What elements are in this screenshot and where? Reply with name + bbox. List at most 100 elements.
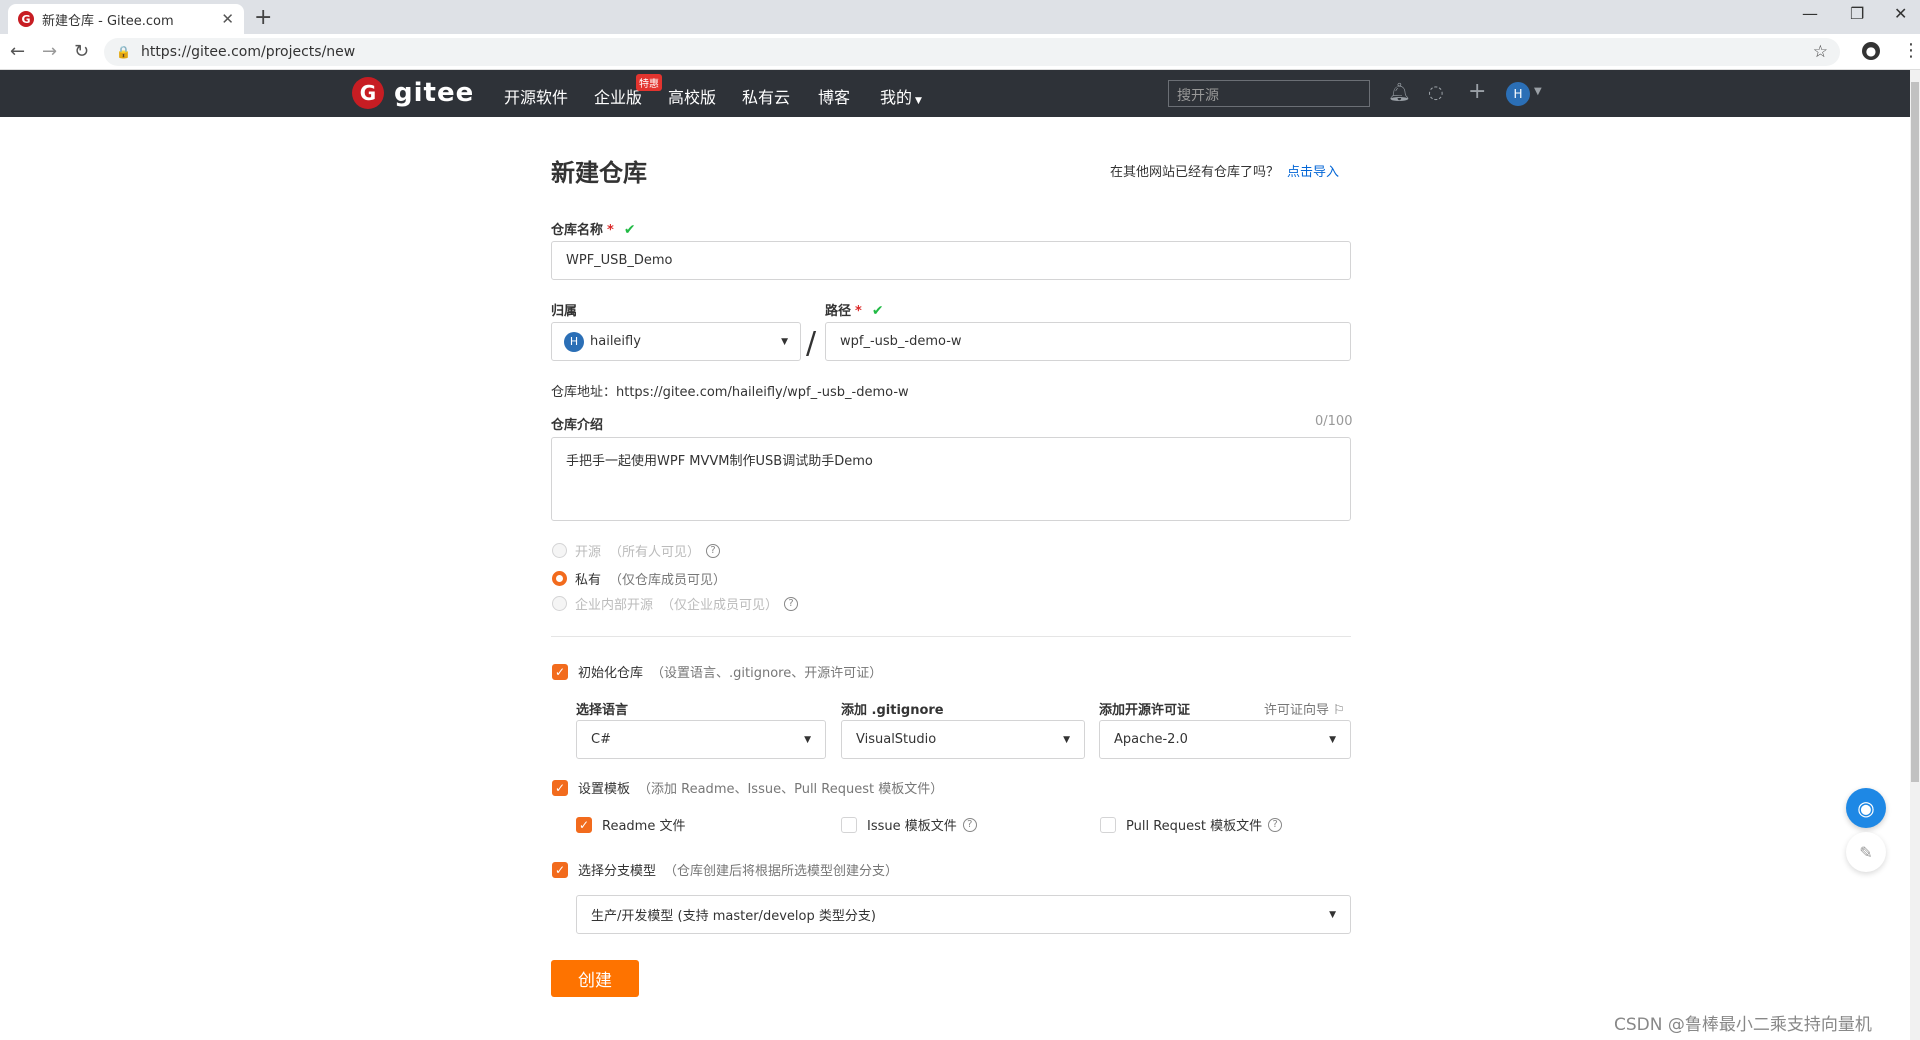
restore-icon[interactable]: ❐ [1850,4,1864,23]
owner-select[interactable]: H haileifly ▼ [551,322,801,361]
edit-feedback-icon[interactable]: ✎ [1846,832,1886,872]
radio-button[interactable] [552,596,567,611]
close-window-icon[interactable]: ✕ [1894,4,1907,23]
chevron-down-icon: ▼ [804,734,811,745]
header-search-input[interactable]: 搜开源 [1168,80,1370,107]
owner-value: haileifly [590,334,641,349]
radio-private[interactable]: 私有 （仅仓库成员可见） [552,569,726,588]
checkbox[interactable] [841,816,857,833]
nav-open-source[interactable]: 开源软件 [504,84,568,108]
nav-blog[interactable]: 博客 [818,84,850,108]
gitee-logo[interactable]: G gitee [352,77,474,109]
lightbulb-icon[interactable]: ◌ [1428,82,1444,103]
gitignore-value: VisualStudio [856,732,937,747]
create-button[interactable]: 创建 [551,960,639,997]
gitee-logo-text: gitee [394,78,475,108]
nav-enterprise[interactable]: 企业版 [594,84,642,108]
nav-mine-label: 我的 [880,88,913,107]
gitignore-select[interactable]: VisualStudio ▼ [841,720,1085,759]
path-label-text: 路径 [825,304,852,319]
checkbox-sublabel: （仓库创建后将根据所选模型创建分支） [664,864,899,879]
path-input[interactable]: wpf_-usb_-demo-w [825,322,1351,361]
gitee-favicon-icon: G [18,11,34,27]
back-icon[interactable]: ← [10,41,25,62]
description-textarea[interactable]: 手把手一起使用WPF MVVM制作USB调试助手Demo [551,437,1351,521]
help-icon[interactable]: ? [784,596,799,611]
plus-icon[interactable]: + [1468,79,1486,104]
repo-name-label: 仓库名称 * ✔ [551,219,636,238]
language-value: C# [591,732,611,747]
profile-icon[interactable]: ● [1862,42,1880,60]
help-icon[interactable]: ? [1268,817,1283,832]
checkbox[interactable]: ✓ [552,779,568,796]
browser-tab[interactable]: G 新建仓库 - Gitee.com ✕ [8,4,244,34]
required-mark: * [855,304,862,319]
checkbox[interactable]: ✓ [552,663,568,680]
import-text: 在其他网站已经有仓库了吗？ [1110,165,1280,180]
checkbox-label: 选择分支模型 [578,864,657,879]
repo-name-input[interactable]: WPF_USB_Demo [551,241,1351,280]
bell-icon[interactable]: 🔔︎ [1388,82,1411,103]
license-guide-link[interactable]: 许可证向导 ⚐ [1264,699,1345,718]
language-label: 选择语言 [576,703,629,718]
path-separator: / [806,326,817,361]
radio-button[interactable] [552,571,567,586]
close-tab-icon[interactable]: ✕ [221,10,234,28]
issue-template-checkbox-row[interactable]: Issue 模板文件 ? [841,815,977,834]
nav-mine[interactable]: 我的 ▼ [880,84,922,108]
new-tab-icon[interactable]: + [254,5,272,30]
radio-label: 企业内部开源 [575,598,654,613]
checkbox[interactable] [1100,816,1116,833]
license-select[interactable]: Apache-2.0 ▼ [1099,720,1351,759]
owner-label: 归属 [551,304,578,319]
checkbox-label: Pull Request 模板文件 [1126,819,1263,834]
chat-assistant-icon[interactable]: ◉ [1846,788,1886,828]
radio-label: 私有 [575,573,602,588]
language-select[interactable]: C# ▼ [576,720,826,759]
radio-button[interactable] [552,543,567,558]
browser-menu-icon[interactable]: ⋮ [1902,40,1920,61]
path-label: 路径 * ✔ [825,300,884,319]
chevron-down-icon: ▼ [781,336,788,347]
init-repo-checkbox-row[interactable]: ✓ 初始化仓库 （设置语言、.gitignore、开源许可证） [552,662,882,681]
nav-private-cloud[interactable]: 私有云 [742,84,790,108]
description-label: 仓库介绍 [551,418,604,433]
checkbox-sublabel: （添加 Readme、Issue、Pull Request 模板文件） [638,782,944,797]
template-checkbox-row[interactable]: ✓ 设置模板 （添加 Readme、Issue、Pull Request 模板文… [552,778,943,797]
help-icon[interactable]: ? [706,543,721,558]
branch-model-select[interactable]: 生产/开发模型 (支持 master/develop 类型分支) ▼ [576,895,1351,934]
import-prompt: 在其他网站已经有仓库了吗？ 点击导入 [1110,161,1339,180]
page-scrollbar-thumb[interactable] [1911,82,1919,782]
radio-sublabel: （所有人可见） [609,545,701,560]
checkbox-label: 设置模板 [578,782,631,797]
pr-template-checkbox-row[interactable]: Pull Request 模板文件 ? [1100,815,1283,834]
check-icon: ✔ [623,222,636,238]
chevron-down-icon: ▼ [915,96,922,106]
url-text: https://gitee.com/projects/new [140,44,356,60]
nav-university[interactable]: 高校版 [668,84,716,108]
site-header: G gitee 开源软件 企业版 特惠 高校版 私有云 博客 我的 ▼ 搜开源 🔔… [0,70,1910,117]
branch-model-checkbox-row[interactable]: ✓ 选择分支模型 （仓库创建后将根据所选模型创建分支） [552,860,898,879]
readme-checkbox-row[interactable]: ✓ Readme 文件 [576,815,685,834]
import-link[interactable]: 点击导入 [1287,165,1339,180]
checkbox[interactable]: ✓ [552,861,568,878]
url-bar[interactable]: 🔒 https://gitee.com/projects/new ☆ [104,38,1840,66]
license-label: 添加开源许可证 [1099,703,1191,718]
help-icon[interactable]: ? [962,817,977,832]
radio-open-source[interactable]: 开源 （所有人可见） ? [552,541,721,560]
bookmark-star-icon[interactable]: ☆ [1813,42,1828,62]
forward-icon[interactable]: → [42,41,57,62]
csdn-watermark: CSDN @鲁棒最小二乘支持向量机 [1614,1015,1872,1035]
radio-sublabel: （仅企业成员可见） [661,598,779,613]
repo-url-text: 仓库地址：https://gitee.com/haileifly/wpf_-us… [551,385,909,400]
check-icon: ✔ [871,303,884,319]
radio-sublabel: （仅仓库成员可见） [609,573,727,588]
promo-badge: 特惠 [636,74,662,91]
minimize-icon[interactable]: — [1802,4,1818,23]
reload-icon[interactable]: ↻ [74,41,89,62]
user-avatar[interactable]: H [1506,82,1530,106]
radio-enterprise-internal[interactable]: 企业内部开源 （仅企业成员可见） ? [552,594,799,613]
lock-icon: 🔒 [116,45,131,59]
avatar-chevron-down-icon[interactable]: ▼ [1534,86,1542,97]
checkbox[interactable]: ✓ [576,816,592,833]
